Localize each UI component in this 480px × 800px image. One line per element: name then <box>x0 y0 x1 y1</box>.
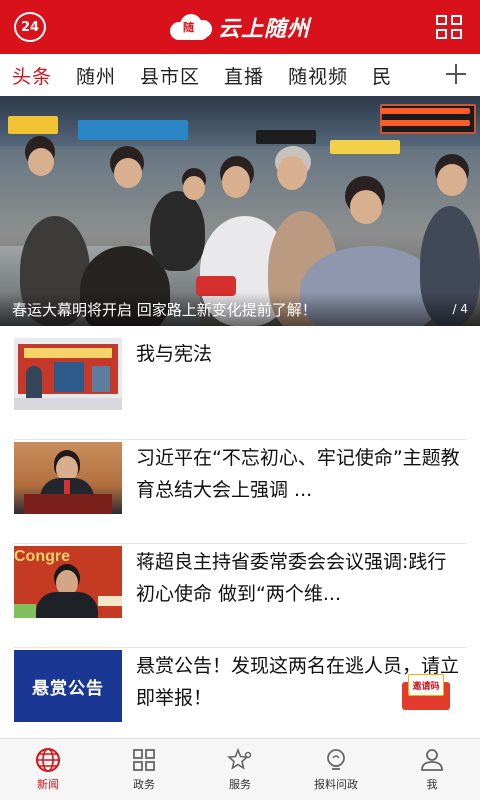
star-icon <box>227 747 252 770</box>
nav-me[interactable]: 我 <box>384 739 480 800</box>
news-item[interactable]: 习近平在“不忘初心、牢记使命”主题教育总结大会上强调 ... <box>14 442 466 544</box>
notice-thumbnail-text: 悬赏公告 <box>32 678 104 699</box>
news-title: 蒋超良主持省委常委会会议强调:践行初心使命 做到“两个维... <box>136 551 447 605</box>
grid-icon <box>133 749 155 771</box>
news-item[interactable]: 悬赏公告 悬赏公告！发现这两名在逃人员，请立即举报！ <box>14 650 466 752</box>
meeting-thumbnail: Congre <box>14 546 122 618</box>
nav-news[interactable]: 新闻 <box>0 739 96 800</box>
nav-service[interactable]: 服务 <box>192 739 288 800</box>
globe-icon <box>36 748 60 772</box>
bulb-icon <box>327 749 345 770</box>
tab-video[interactable]: 随视频 <box>276 62 360 89</box>
bottom-navigation: 新闻 政务 服务 报料问政 我 <box>0 738 480 800</box>
invite-code-button[interactable]: 邀请码 <box>402 674 450 710</box>
speech-thumbnail <box>14 442 122 514</box>
constitution-thumbnail <box>14 338 122 410</box>
nav-government[interactable]: 政务 <box>96 739 192 800</box>
add-channel-icon[interactable] <box>442 60 470 88</box>
news-title: 习近平在“不忘初心、牢记使命”主题教育总结大会上强调 ... <box>136 447 460 501</box>
news-item[interactable]: Congre 蒋超良主持省委常委会会议强调:践行初心使命 做到“两个维... <box>14 546 466 648</box>
notice-thumbnail: 悬赏公告 <box>14 650 122 722</box>
nav-service-label: 服务 <box>229 778 251 791</box>
tab-counties[interactable]: 县市区 <box>128 62 212 89</box>
invite-code-label: 邀请码 <box>408 674 444 696</box>
24h-badge-icon[interactable]: 24 <box>14 12 46 42</box>
top-header: 24 随 云上随州 <box>0 0 480 54</box>
cloud-logo-icon: 随 <box>169 14 212 40</box>
nav-report-label: 报料问政 <box>314 778 358 791</box>
tab-suizhou[interactable]: 随州 <box>64 62 128 89</box>
news-item[interactable]: 我与宪法 <box>14 338 466 440</box>
nav-report[interactable]: 报料问政 <box>288 739 384 800</box>
banner-caption: 春运大幕明将开启 回家路上新变化提前了解！ <box>12 300 317 319</box>
nav-government-label: 政务 <box>133 778 155 791</box>
tab-people[interactable]: 民 <box>360 62 404 89</box>
app-logo: 随 云上随州 <box>169 11 310 43</box>
channel-tabs: 头条 随州 县市区 直播 随视频 民 <box>0 54 480 96</box>
banner-carousel[interactable]: 春运大幕明将开启 回家路上新变化提前了解！ / 4 <box>0 96 480 326</box>
nav-news-label: 新闻 <box>37 778 59 791</box>
app-screen: 24 随 云上随州 头条 随州 县市区 直播 随视频 民 春运大幕明将开启 回家… <box>0 0 480 800</box>
nav-me-label: 我 <box>426 778 438 791</box>
app-title: 云上随州 <box>217 17 310 42</box>
logo-mark: 随 <box>182 21 194 34</box>
news-title: 我与宪法 <box>136 343 213 365</box>
user-icon <box>421 749 443 771</box>
tab-headlines[interactable]: 头条 <box>0 62 64 89</box>
banner-page-indicator: / 4 <box>452 302 469 316</box>
banner-caption-bar: 春运大幕明将开启 回家路上新变化提前了解！ / 4 <box>0 292 480 326</box>
tab-live[interactable]: 直播 <box>212 62 276 89</box>
grid-menu-icon[interactable] <box>436 15 462 39</box>
